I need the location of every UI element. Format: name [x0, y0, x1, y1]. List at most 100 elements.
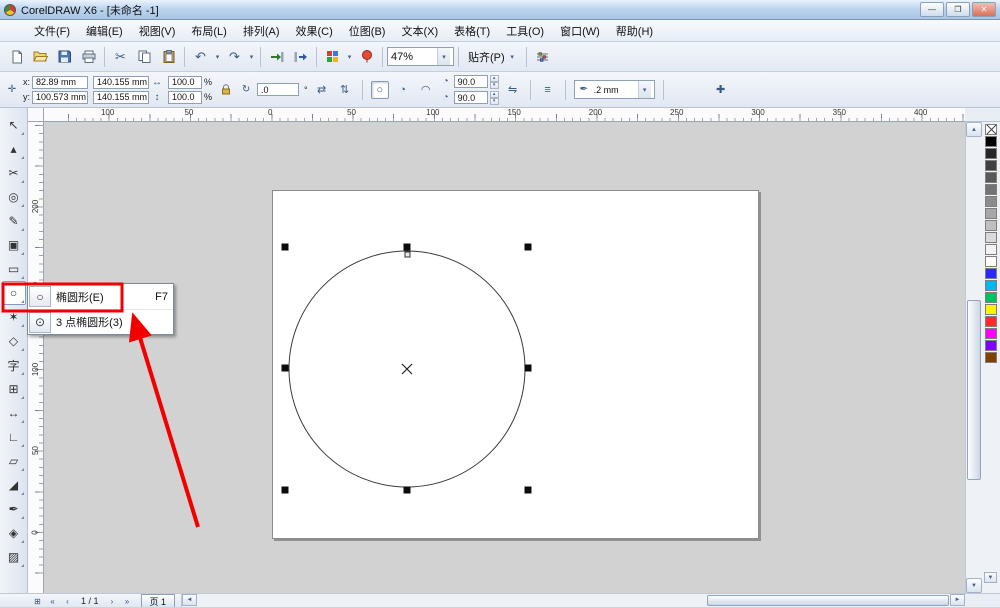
- crossed-arrows-button[interactable]: ✚: [712, 81, 730, 99]
- undo-button[interactable]: ↶: [189, 45, 212, 68]
- menu-item[interactable]: 工具(O): [498, 20, 552, 42]
- pie-mode-button[interactable]: ◔: [394, 81, 412, 99]
- rectangle-tool[interactable]: ▭: [2, 257, 26, 281]
- arc-mode-button[interactable]: ◠: [417, 81, 435, 99]
- ruler-origin[interactable]: [28, 108, 44, 122]
- color-swatch[interactable]: [985, 268, 997, 279]
- color-swatch[interactable]: [985, 256, 997, 267]
- flyout-item-ellipse[interactable]: ○ 椭圆形(E) F7: [28, 284, 173, 309]
- zoom-dropdown-icon[interactable]: ▾: [437, 48, 450, 65]
- menu-item[interactable]: 编辑(E): [78, 20, 131, 42]
- handle-bottom-left[interactable]: [281, 486, 289, 494]
- mirror-vertical-button[interactable]: ⇅: [336, 81, 354, 99]
- snap-to-dropdown[interactable]: 贴齐(P) ▾: [463, 47, 522, 66]
- color-swatch[interactable]: [985, 304, 997, 315]
- outline-width-dropdown-icon[interactable]: ▾: [637, 81, 651, 98]
- crop-tool[interactable]: ✂: [2, 161, 26, 185]
- first-page-button[interactable]: «: [45, 595, 60, 607]
- table-tool[interactable]: ⊞: [2, 377, 26, 401]
- outline-width-combo[interactable]: ✒ .2 mm ▾: [573, 80, 655, 99]
- scale-vertical-field[interactable]: 100.0: [168, 90, 203, 104]
- arc-direction-button[interactable]: ⇋: [504, 81, 522, 99]
- zoom-tool[interactable]: ◎: [2, 185, 26, 209]
- print-button[interactable]: [77, 45, 100, 68]
- x-position-field[interactable]: 82.89 mm: [32, 75, 89, 89]
- color-swatch[interactable]: [985, 136, 997, 147]
- scroll-up-button[interactable]: ▲: [966, 122, 982, 137]
- ellipse-tool[interactable]: ○: [1, 281, 26, 305]
- vertical-scroll-thumb[interactable]: [967, 300, 981, 480]
- color-swatch[interactable]: [985, 280, 997, 291]
- vertical-scrollbar[interactable]: ▲ ▼: [965, 122, 982, 593]
- outline-pen-tool[interactable]: ✒: [2, 497, 26, 521]
- flyout-item-3-point-ellipse[interactable]: ⊙ 3 点椭圆形(3): [28, 309, 173, 334]
- menu-item[interactable]: 视图(V): [131, 20, 184, 42]
- interactive-fill-tool[interactable]: ▨: [2, 545, 26, 569]
- wrap-text-button[interactable]: ≡: [539, 81, 557, 99]
- color-swatch[interactable]: [985, 220, 997, 231]
- menu-item[interactable]: 效果(C): [288, 20, 341, 42]
- color-swatch[interactable]: [985, 172, 997, 183]
- minimize-button[interactable]: —: [920, 2, 944, 17]
- freehand-tool[interactable]: ✎: [2, 209, 26, 233]
- app-launcher-dropdown-button[interactable]: ▾: [345, 53, 354, 61]
- close-button[interactable]: ✕: [972, 2, 996, 17]
- cut-button[interactable]: ✂: [109, 45, 132, 68]
- export-button[interactable]: [289, 45, 312, 68]
- handle-bottom-right[interactable]: [524, 486, 532, 494]
- handle-top-right[interactable]: [524, 243, 532, 251]
- scroll-left-button[interactable]: ◄: [182, 594, 198, 606]
- maximize-button[interactable]: ❐: [946, 2, 970, 17]
- paste-button[interactable]: [157, 45, 180, 68]
- last-page-button[interactable]: »: [120, 595, 135, 607]
- scroll-down-button[interactable]: ▼: [966, 578, 982, 593]
- color-swatch[interactable]: [985, 160, 997, 171]
- shape-tool[interactable]: ▴: [2, 137, 26, 161]
- zoom-level-combo[interactable]: 47% ▾: [387, 47, 454, 66]
- color-swatch[interactable]: [985, 196, 997, 207]
- ellipse-mode-button[interactable]: ○: [370, 80, 389, 99]
- color-swatch[interactable]: [985, 124, 997, 135]
- color-swatch[interactable]: [985, 328, 997, 339]
- y-position-field[interactable]: 100.573 mm: [32, 90, 89, 104]
- handle-middle-left[interactable]: [281, 364, 289, 372]
- ellipse-node[interactable]: [404, 251, 411, 258]
- undo-dropdown-button[interactable]: ▾: [213, 53, 222, 61]
- color-swatch[interactable]: [985, 208, 997, 219]
- color-swatch[interactable]: [985, 316, 997, 327]
- text-tool[interactable]: 字: [2, 353, 26, 377]
- color-swatch[interactable]: [985, 352, 997, 363]
- handle-bottom-center[interactable]: [403, 486, 411, 494]
- redo-button[interactable]: ↷: [223, 45, 246, 68]
- menu-item[interactable]: 文件(F): [26, 20, 78, 42]
- pick-tool[interactable]: ↖: [2, 113, 26, 137]
- color-swatch[interactable]: [985, 184, 997, 195]
- menu-item[interactable]: 排列(A): [235, 20, 288, 42]
- spin-up-icon[interactable]: ▴: [489, 74, 499, 82]
- save-button[interactable]: [53, 45, 76, 68]
- palette-scroll-down-button[interactable]: ▼: [984, 572, 997, 583]
- open-document-button[interactable]: [29, 45, 52, 68]
- dimension-tool[interactable]: ↔: [2, 401, 26, 425]
- horizontal-scrollbar[interactable]: ◄ ►: [181, 594, 965, 607]
- rotation-angle-field[interactable]: .0: [257, 83, 300, 96]
- handle-top-left[interactable]: [281, 243, 289, 251]
- handle-top-center[interactable]: [403, 243, 411, 251]
- menu-item[interactable]: 窗口(W): [552, 20, 608, 42]
- object-height-field[interactable]: 140.155 mm: [93, 90, 150, 104]
- color-swatch[interactable]: [985, 232, 997, 243]
- menu-item[interactable]: 位图(B): [341, 20, 394, 42]
- redo-dropdown-button[interactable]: ▾: [247, 53, 256, 61]
- blend-tool[interactable]: ▱: [2, 449, 26, 473]
- color-swatch[interactable]: [985, 244, 997, 255]
- copy-button[interactable]: [133, 45, 156, 68]
- app-launcher-button[interactable]: [321, 45, 344, 68]
- color-swatch[interactable]: [985, 340, 997, 351]
- connector-tool[interactable]: ∟: [2, 425, 26, 449]
- import-button[interactable]: [265, 45, 288, 68]
- smart-fill-tool[interactable]: ▣: [2, 233, 26, 257]
- spin-up-icon[interactable]: ▴: [489, 90, 499, 98]
- object-width-field[interactable]: 140.155 mm: [93, 75, 150, 89]
- polygon-tool[interactable]: ✶: [2, 305, 26, 329]
- new-document-button[interactable]: [5, 45, 28, 68]
